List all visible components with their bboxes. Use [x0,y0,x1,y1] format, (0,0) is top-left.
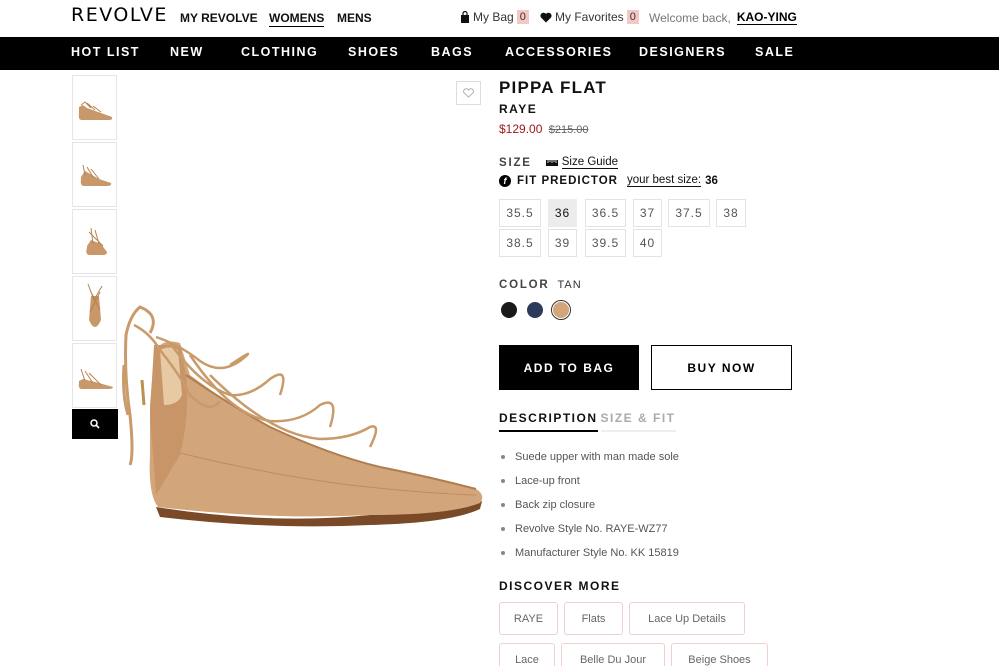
tag-lace-up-details[interactable]: Lace Up Details [629,602,745,635]
color-header: COLOR TAN [499,279,582,291]
welcome-message: Welcome back, KAO-YING [649,10,797,25]
nav-my-revolve[interactable]: MY REVOLVE [180,11,258,25]
size-option-38-5[interactable]: 38.5 [499,229,541,257]
product-tabs: DESCRIPTION SIZE & FIT [499,411,676,432]
description-item: Revolve Style No. RAYE-WZ77 [499,517,679,541]
fit-predictor-icon: f [499,175,511,187]
tag-raye[interactable]: RAYE [499,602,558,635]
description-item: Suede upper with man made sole [499,445,679,469]
tag-lace[interactable]: Lace [499,643,555,666]
add-to-favorites-button[interactable] [456,81,481,105]
magnifier-icon [90,419,100,429]
bag-icon [460,11,470,23]
ruler-icon [546,159,558,166]
best-size-value: 36 [705,175,718,187]
size-option-38[interactable]: 38 [716,199,746,227]
fit-predictor-label: FIT PREDICTOR [517,175,618,187]
my-bag-label: My Bag [473,10,514,24]
description-list: Suede upper with man made sole Lace-up f… [499,445,679,565]
tab-description[interactable]: DESCRIPTION [499,411,598,432]
size-option-37[interactable]: 37 [633,199,662,227]
shoe-thumbnail-image [80,280,110,338]
swatch-black-dot [501,302,517,318]
cat-shoes[interactable]: SHOES [348,45,399,59]
favorites-count-badge: 0 [627,10,639,24]
thumbnail-4[interactable] [72,276,117,341]
tag-belle-du-jour[interactable]: Belle Du Jour [561,643,665,666]
size-option-36-5[interactable]: 36.5 [585,199,626,227]
shoe-thumbnail-image [77,222,113,262]
bag-count-badge: 0 [517,10,529,24]
zoom-button[interactable] [72,409,118,439]
tag-flats[interactable]: Flats [564,602,623,635]
fit-predictor: f FIT PREDICTOR your best size: 36 [499,174,718,187]
size-label: SIZE [499,157,532,169]
my-bag-link[interactable]: My Bag 0 [460,10,529,24]
cat-clothing[interactable]: CLOTHING [241,45,318,59]
price-block: $129.00 $215.00 [499,122,799,136]
swatch-black[interactable] [499,300,519,320]
nav-mens[interactable]: MENS [337,11,372,25]
cat-accessories[interactable]: ACCESSORIES [505,45,613,59]
best-size-link[interactable]: your best size: [627,174,701,187]
size-option-39[interactable]: 39 [548,229,577,257]
size-option-37-5[interactable]: 37.5 [668,199,710,227]
thumbnail-strip [72,75,118,410]
my-favorites-label: My Favorites [555,10,624,24]
buy-now-button[interactable]: BUY NOW [651,345,792,390]
top-header: REVOLVE MY REVOLVE WOMENS MENS My Bag 0 … [0,0,999,37]
shoe-thumbnail-image [75,359,115,393]
size-option-40[interactable]: 40 [633,229,662,257]
swatch-navy-dot [527,302,543,318]
product-title: PIPPA FLAT [499,78,799,98]
size-option-39-5[interactable]: 39.5 [585,229,626,257]
swatch-navy[interactable] [525,300,545,320]
tab-size-fit[interactable]: SIZE & FIT [601,411,676,432]
size-option-35-5[interactable]: 35.5 [499,199,541,227]
revolve-logo[interactable]: REVOLVE [71,4,168,26]
original-price: $215.00 [549,124,589,136]
product-info: PIPPA FLAT RAYE $129.00 $215.00 [499,78,799,136]
nav-womens[interactable]: WOMENS [269,11,324,27]
size-header: SIZE Size Guide [499,156,618,169]
size-option-36[interactable]: 36 [548,199,577,227]
shoe-thumbnail-image [75,157,115,193]
tag-beige-shoes[interactable]: Beige Shoes [671,643,768,666]
thumbnail-3[interactable] [72,209,117,274]
cat-sale[interactable]: SALE [755,45,794,59]
heart-icon [540,12,552,23]
color-value: TAN [558,279,582,291]
main-product-image[interactable] [120,75,485,535]
cat-bags[interactable]: BAGS [431,45,473,59]
heart-outline-icon [463,88,474,98]
description-item: Back zip closure [499,493,679,517]
thumbnail-1[interactable] [72,75,117,140]
swatch-tan[interactable] [551,300,571,320]
size-guide-text: Size Guide [562,156,618,169]
thumbnail-2[interactable] [72,142,117,207]
description-item: Lace-up front [499,469,679,493]
cat-designers[interactable]: DESIGNERS [639,45,726,59]
add-to-bag-button[interactable]: ADD TO BAG [499,345,639,390]
my-favorites-link[interactable]: My Favorites 0 [540,10,639,24]
discover-more-heading: DISCOVER MORE [499,579,621,593]
color-swatches [499,300,571,320]
product-brand[interactable]: RAYE [499,102,799,116]
welcome-text: Welcome back, [649,11,731,25]
cat-hot-list[interactable]: HOT LIST [71,45,140,59]
color-label: COLOR [499,279,550,291]
thumbnail-5[interactable] [72,343,117,408]
swatch-tan-dot [553,302,569,318]
username-link[interactable]: KAO-YING [737,10,797,25]
description-item: Manufacturer Style No. KK 15819 [499,541,679,565]
shoe-thumbnail-image [75,93,115,123]
sale-price: $129.00 [499,122,542,136]
size-guide-link[interactable]: Size Guide [546,156,618,169]
category-nav: HOT LIST NEW CLOTHING SHOES BAGS ACCESSO… [0,37,999,70]
cat-new[interactable]: NEW [170,45,204,59]
